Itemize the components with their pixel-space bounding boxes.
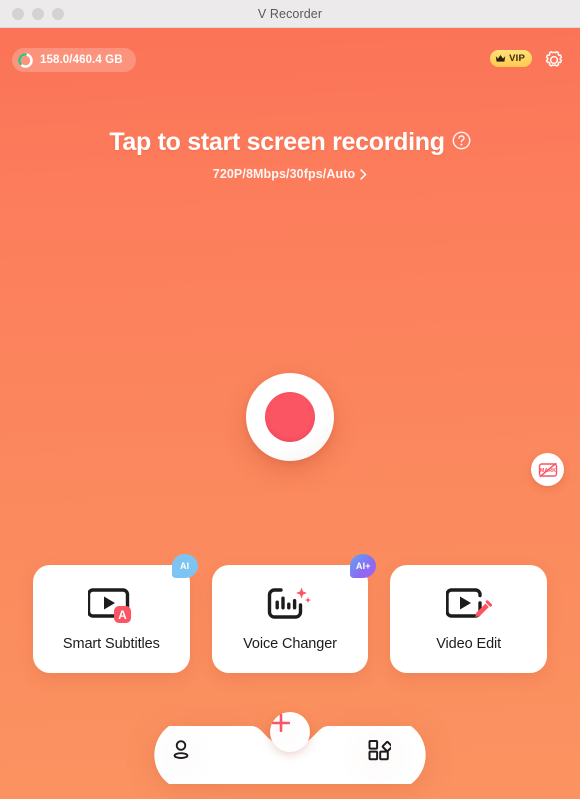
zoom-button[interactable] [52, 7, 64, 20]
ai-plus-badge-label: AI+ [355, 561, 371, 571]
window-title: V Recorder [257, 6, 323, 21]
recording-settings-summary[interactable]: 720P/8Mbps/30fps/Auto [213, 167, 367, 181]
record-button[interactable] [246, 373, 334, 461]
recording-settings-text: 720P/8Mbps/30fps/Auto [212, 167, 356, 181]
chevron-right-icon [360, 168, 367, 180]
crown-icon [495, 55, 506, 62]
apps-button[interactable] [367, 738, 411, 772]
minimize-button[interactable] [32, 7, 44, 20]
feature-card-video-edit[interactable]: Video Edit [390, 565, 548, 673]
feature-card-label: Smart Subtitles [62, 636, 160, 652]
ai-badge-label: AI [179, 561, 190, 571]
hero-header: Tap to start screen recording 720P/8Mbps… [0, 128, 580, 183]
settings-button[interactable] [540, 46, 568, 74]
close-button[interactable] [12, 7, 24, 20]
feature-card-smart-subtitles[interactable]: AI A Smart Subtitles [33, 554, 198, 673]
feature-card-label: Voice Changer [243, 636, 337, 652]
question-circle-icon [452, 131, 471, 150]
top-bar: 158.0/460.4 GB VIP [0, 48, 580, 76]
subtitle-video-icon: A [88, 584, 134, 628]
storage-label: 158.0/460.4 GB [40, 54, 123, 66]
app-content: 158.0/460.4 GB VIP Tap to start screen r… [0, 28, 580, 799]
no-watermark-icon: MARK [538, 462, 557, 477]
storage-chip[interactable]: 158.0/460.4 GB [12, 48, 136, 72]
grid-apps-icon [368, 740, 391, 761]
storage-ring-icon [18, 52, 33, 68]
ai-plus-badge: AI+ [350, 554, 377, 578]
page-title: Tap to start screen recording [109, 128, 471, 157]
vip-badge[interactable]: VIP [490, 50, 532, 67]
person-icon [173, 740, 189, 759]
ai-badge: AI [171, 554, 198, 578]
help-button[interactable] [452, 128, 471, 157]
bottom-navigation-bar [133, 712, 447, 784]
vip-label: VIP [509, 53, 525, 64]
add-button[interactable] [270, 712, 310, 752]
feature-card-voice-changer[interactable]: AI+ Voice Changer [211, 554, 377, 673]
video-edit-icon [445, 584, 492, 628]
svg-text:A: A [118, 608, 127, 622]
profile-button[interactable] [169, 738, 213, 772]
gear-icon [545, 50, 563, 67]
feature-card-list: AI A Smart Subtitles AI+ Voice Changer V… [33, 554, 548, 673]
window-titlebar: V Recorder [0, 0, 580, 28]
page-title-text: Tap to start screen recording [109, 128, 445, 156]
feature-card-label: Video Edit [436, 636, 502, 652]
voice-wave-icon [267, 584, 313, 628]
plus-icon [271, 713, 291, 733]
app-window: V Recorder 158.0/460.4 GB VIP Tap to sta… [0, 0, 580, 799]
traffic-lights [12, 7, 64, 20]
record-dot-icon [265, 392, 315, 442]
no-watermark-button[interactable]: MARK [531, 453, 564, 486]
